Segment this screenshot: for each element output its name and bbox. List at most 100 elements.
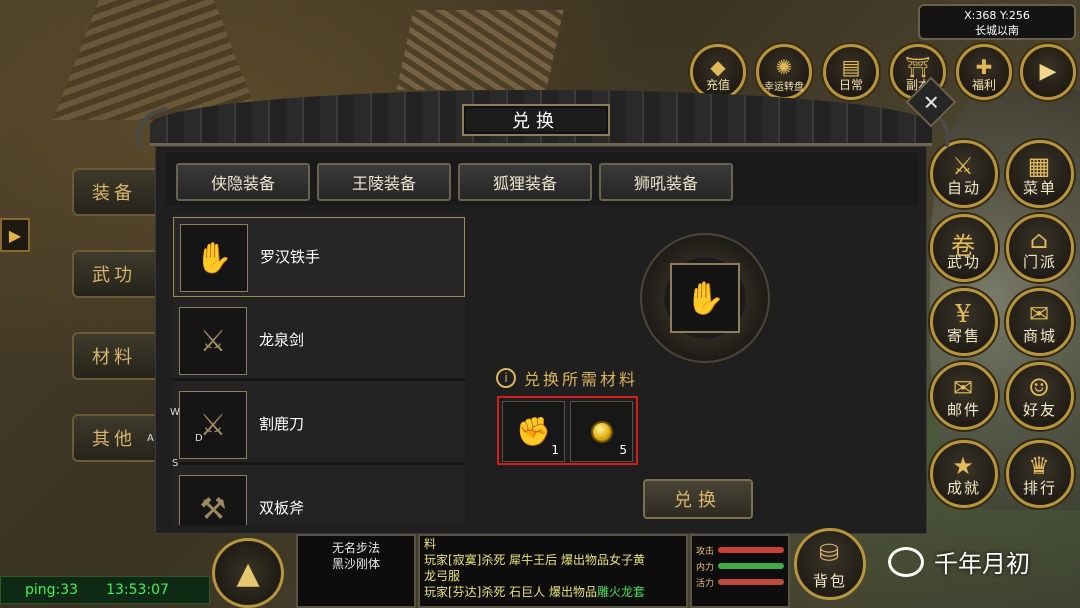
iron-claw-icon: ✋ xyxy=(685,279,725,317)
auto-label: 自动 xyxy=(946,179,981,197)
jump-button[interactable]: ▲ xyxy=(212,538,284,608)
bag-button[interactable]: ⛁ 背包 xyxy=(794,528,866,600)
mail-button[interactable]: ✉ 邮件 xyxy=(930,362,998,430)
item-list[interactable]: ✋ 罗汉铁手 ⚔ 龙泉剑 ⚔ 割鹿刀 ⚒ 双板斧 xyxy=(173,213,465,525)
lucky-wheel-button[interactable]: ✺ 幸运转盘 xyxy=(756,44,812,100)
list-item[interactable]: ⚔ 割鹿刀 xyxy=(173,385,465,465)
collapse-arrow-icon[interactable]: ▶ xyxy=(0,218,30,252)
stat-label: 内力 xyxy=(696,562,715,573)
calendar-icon: ▤ xyxy=(841,55,861,79)
backpack-icon: ⛁ xyxy=(818,539,842,567)
shop-button[interactable]: ✉ 商城 xyxy=(1006,288,1074,356)
sword-icon: ⚔ xyxy=(199,323,227,359)
preview-item-slot: ✋ xyxy=(670,263,740,333)
list-item[interactable]: ⚔ 龙泉剑 xyxy=(173,301,465,381)
chat-line: 料 xyxy=(424,537,437,551)
mail-label: 邮件 xyxy=(946,401,981,419)
close-icon: ✕ xyxy=(922,89,940,114)
tab-wangling-equipment[interactable]: 王陵装备 xyxy=(317,163,451,201)
envelope-icon: ✉ xyxy=(952,374,976,402)
chat-line: 玩家[芬达]杀死 石巨人 爆出物品雕火龙套 xyxy=(424,584,682,600)
item-slot: ⚒ xyxy=(179,475,247,525)
background-hut xyxy=(53,0,260,120)
side-tab-equipment[interactable]: 装备 xyxy=(72,168,162,216)
stat-label: 活力 xyxy=(696,578,715,589)
gold-coin-icon xyxy=(590,420,613,443)
play-arrow-icon: ▶ xyxy=(1039,59,1057,84)
lucky-wheel-label: 幸运转盘 xyxy=(764,82,804,93)
background-crate xyxy=(396,10,564,90)
gauntlet-icon: ✊ xyxy=(516,415,551,448)
grid-icon: ▦ xyxy=(1027,152,1053,180)
watermark: 千年月初 xyxy=(888,544,1030,579)
menu-label: 菜单 xyxy=(1022,179,1057,197)
bag-label: 背包 xyxy=(812,572,847,590)
expand-menu-button[interactable]: ▶ xyxy=(1020,44,1076,100)
status-bar: ping:33 13:53:07 xyxy=(0,576,210,604)
auto-button[interactable]: ⚔ 自动 xyxy=(930,140,998,208)
required-materials-heading: i 兑换所需材料 xyxy=(496,366,638,390)
ranking-button[interactable]: ♛ 排行 xyxy=(1006,440,1074,508)
item-slot: ⚔ xyxy=(179,391,247,459)
stats-panel: 攻击 内力 活力 xyxy=(690,534,790,608)
scroll-icon: 卷 xyxy=(951,232,977,260)
exchange-button[interactable]: 兑换 xyxy=(643,479,753,519)
achievement-button[interactable]: ★ 成就 xyxy=(930,440,998,508)
side-tab-martial-arts[interactable]: 武功 xyxy=(72,250,162,298)
tab-xiayin-equipment[interactable]: 侠隐装备 xyxy=(176,163,310,201)
stat-row: 内力 xyxy=(696,558,784,574)
tab-lion-roar-equipment[interactable]: 狮吼装备 xyxy=(599,163,733,201)
welfare-button[interactable]: ✚ 福利 xyxy=(956,44,1012,100)
pavilion-icon: ⌂ xyxy=(1029,226,1051,254)
item-slot: ✋ xyxy=(180,224,248,292)
material-slot[interactable]: 5 xyxy=(570,401,633,462)
joystick-s-label: S xyxy=(172,458,179,469)
gate-icon: ⛩ xyxy=(905,55,931,79)
add-friend-icon: ☺ xyxy=(1028,374,1052,402)
gift-icon: ✚ xyxy=(975,55,993,79)
tab-fox-equipment[interactable]: 狐狸装备 xyxy=(458,163,592,201)
up-arrow-icon: ▲ xyxy=(236,555,260,591)
gift-box-icon: ✉ xyxy=(1028,300,1052,328)
skill-item[interactable]: 无名步法 xyxy=(298,540,414,556)
stat-bar xyxy=(718,579,784,585)
item-slot: ⚔ xyxy=(179,307,247,375)
material-slot[interactable]: ✊ 1 xyxy=(502,401,565,462)
list-item[interactable]: ✋ 罗汉铁手 xyxy=(173,217,465,297)
chat-text: 玩家[芬达]杀死 石巨人 爆出物品 xyxy=(424,585,597,599)
friends-button[interactable]: ☺ 好友 xyxy=(1006,362,1074,430)
sect-label: 门派 xyxy=(1022,253,1057,271)
item-name: 龙泉剑 xyxy=(259,331,305,349)
side-tab-materials[interactable]: 材料 xyxy=(72,332,162,380)
material-quantity: 5 xyxy=(619,443,627,457)
ping-text: ping:33 xyxy=(25,582,79,598)
clock-text: 13:53:07 xyxy=(106,582,169,598)
dialog-title: 兑换 xyxy=(462,104,610,136)
chat-line: 龙弓服 xyxy=(424,569,461,583)
treasure-bag-icon: ◆ xyxy=(710,55,726,79)
stat-row: 活力 xyxy=(696,574,784,590)
list-item[interactable]: ⚒ 双板斧 xyxy=(173,469,465,525)
wheel-icon: ✺ xyxy=(775,55,793,79)
daily-button[interactable]: ▤ 日常 xyxy=(823,44,879,100)
menu-button[interactable]: ▦ 菜单 xyxy=(1006,140,1074,208)
chat-panel[interactable]: 料 玩家[寂寞]杀死 犀牛王后 爆出物品女子黄 龙弓服 玩家[芬达]杀死 石巨人… xyxy=(418,534,688,608)
ranking-icon: ♛ xyxy=(1028,452,1052,480)
skill-item[interactable]: 黑沙刚体 xyxy=(298,556,414,572)
crossed-swords-icon: ⚔ xyxy=(952,152,976,180)
joystick-a-label: A xyxy=(147,433,154,444)
info-icon[interactable]: i xyxy=(496,368,516,388)
stat-label: 攻击 xyxy=(696,546,715,557)
stat-row: 攻击 xyxy=(696,542,784,558)
recharge-button[interactable]: ◆ 充值 xyxy=(690,44,746,100)
chat-item-name: 雕火龙套 xyxy=(597,585,646,599)
consignment-button[interactable]: ¥ 寄售 xyxy=(930,288,998,356)
item-name: 割鹿刀 xyxy=(259,415,305,433)
skills-panel: 无名步法 黑沙刚体 xyxy=(296,534,416,608)
martial-arts-button[interactable]: 卷 武功 xyxy=(930,214,998,282)
shop-label: 商城 xyxy=(1022,327,1057,345)
material-quantity: 1 xyxy=(551,443,559,457)
required-materials-box: ✊ 1 5 xyxy=(497,396,638,465)
sect-button[interactable]: ⌂ 门派 xyxy=(1006,214,1074,282)
achievement-label: 成就 xyxy=(946,479,981,497)
